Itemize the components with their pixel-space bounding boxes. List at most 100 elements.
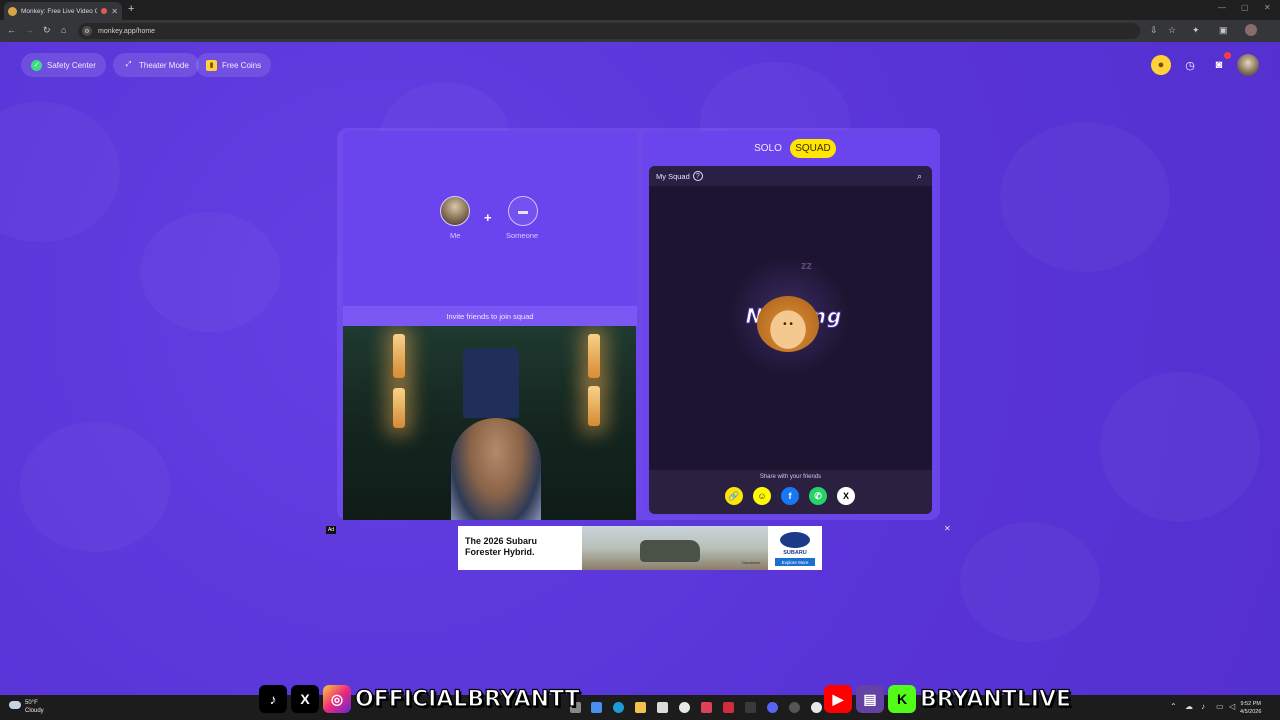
coins-icon[interactable]: ● (1151, 55, 1171, 75)
car-shape (640, 540, 700, 562)
shield-icon: ✓ (31, 59, 42, 71)
tab-monkey[interactable]: Monkey: Free Live Video Ch ✕ (4, 2, 122, 20)
share-bar: Share with your friends 🔗 ☺ f ✆ X (649, 470, 932, 514)
streamer (451, 418, 541, 520)
reload-icon[interactable]: ↻ (43, 25, 51, 36)
subaru-brand-block: SUBARU Explore More (768, 526, 822, 570)
windows-taskbar: 50°F Cloudy ⌃ ☁ ♪ ▭ ◁ 9:52 PM 4/5/2026 (0, 695, 1280, 720)
chrome-icon[interactable] (811, 702, 822, 713)
clock-date: 4/5/2026 (1240, 709, 1262, 715)
squad-toggle[interactable]: SQUAD (790, 139, 836, 158)
close-window-button[interactable]: ✕ (1264, 3, 1271, 12)
tiktok-icon: ♪ (259, 685, 287, 713)
safety-center-button[interactable]: ✓ Safety Center (21, 53, 106, 77)
my-squad-title: My Squad (656, 171, 690, 181)
someone-avatar-placeholder[interactable]: ▬ (508, 196, 538, 226)
site-info-icon[interactable]: ⚙ (82, 26, 92, 36)
wall-lamp (588, 386, 600, 426)
minimize-button[interactable]: — (1218, 3, 1226, 12)
chat-icon[interactable]: ◙ (1209, 52, 1231, 75)
tab-close-icon[interactable]: ✕ (111, 7, 118, 16)
ad-disclaimer[interactable]: Disclaimer (742, 560, 761, 565)
settings-icon[interactable] (789, 702, 800, 713)
free-coins-label: Free Coins (222, 60, 262, 70)
weather-condition: Cloudy (25, 708, 44, 714)
invite-friends-bar[interactable]: Invite friends to join squad (343, 306, 637, 326)
tab-title: Monkey: Free Live Video Ch (21, 7, 98, 15)
youtube-icon: ▶ (824, 685, 852, 713)
mic-icon[interactable]: ♪ (1201, 702, 1205, 711)
url-omnibox[interactable]: ⚙ monkey.app/home (78, 23, 1140, 39)
store-icon[interactable] (657, 702, 668, 713)
app-icon[interactable] (701, 702, 712, 713)
background-blob (1100, 372, 1260, 522)
wall-lamp (393, 334, 405, 378)
ad-tag: Ad (326, 526, 336, 534)
x-icon[interactable]: X (837, 487, 855, 505)
network-icon[interactable]: ▭ (1216, 702, 1224, 711)
temperature: 50°F (25, 700, 38, 706)
app-icon[interactable] (723, 702, 734, 713)
safety-center-label: Safety Center (47, 60, 96, 70)
history-icon[interactable]: ◷ (1180, 55, 1200, 75)
system-clock[interactable]: 9:52 PM 4/5/2026 (1240, 700, 1261, 716)
background-blob (1000, 122, 1170, 272)
address-bar-row: ← → ↻ ⌂ ⚙ monkey.app/home ⇩ ☆ ✦ ▣ (0, 20, 1280, 42)
monkey-favicon-icon (8, 6, 17, 16)
whatsapp-icon[interactable]: ✆ (809, 487, 827, 505)
recording-indicator-icon (101, 8, 108, 14)
home-icon[interactable]: ⌂ (61, 25, 66, 35)
my-squad-header: My Squad ? ⌕ (649, 166, 932, 186)
app-icon[interactable] (745, 702, 756, 713)
right-handle: BRYANTLIVE (919, 686, 1072, 712)
explorer-icon[interactable] (635, 702, 646, 713)
subaru-logo-icon (780, 532, 810, 548)
right-social-overlay: ▶ ▤ K BRYANTLIVE (824, 684, 1072, 714)
new-tab-button[interactable]: + (128, 3, 134, 15)
instagram-icon: ◎ (323, 685, 351, 713)
weather-widget[interactable]: 50°F Cloudy (25, 699, 44, 715)
theater-mode-button[interactable]: ⤢ Theater Mode (113, 53, 199, 77)
help-icon[interactable]: ? (692, 171, 703, 181)
facebook-icon[interactable]: f (781, 487, 799, 505)
ad-close-icon[interactable]: ✕ (944, 524, 951, 533)
profile-avatar[interactable] (1237, 54, 1259, 76)
onedrive-icon[interactable]: ☁ (1185, 702, 1193, 711)
subaru-name: SUBARU (783, 550, 807, 556)
me-label: Me (450, 231, 461, 240)
browser-profile-avatar[interactable] (1245, 24, 1257, 36)
expand-icon: ⤢ (125, 61, 132, 68)
chrome-icon[interactable] (679, 702, 690, 713)
left-handle: OFFICIALBRYANTT (354, 686, 580, 712)
background-blob (0, 102, 120, 242)
extensions-icon[interactable]: ✦ (1192, 25, 1200, 36)
discord-icon[interactable] (767, 702, 778, 713)
install-app-icon[interactable]: ⇩ (1150, 25, 1158, 36)
sofa-icon: ▬ (518, 205, 528, 217)
tray-chevron-icon[interactable]: ⌃ (1170, 702, 1177, 711)
free-coins-button[interactable]: ▮ Free Coins (196, 53, 272, 77)
edge-icon[interactable] (613, 702, 624, 713)
theater-mode-label: Theater Mode (139, 60, 189, 70)
bookmark-star-icon[interactable]: ☆ (1168, 25, 1176, 36)
background-blob (960, 522, 1100, 642)
snapchat-icon[interactable]: ☺ (753, 487, 771, 505)
copy-link-icon[interactable]: 🔗 (725, 487, 743, 505)
explore-more-button[interactable]: Explore More (775, 558, 815, 566)
url-text[interactable]: monkey.app/home (98, 28, 155, 35)
someone-label: Someone (506, 231, 539, 240)
wall-lamp (393, 388, 405, 428)
self-webcam-video (343, 326, 636, 520)
kick-icon: K (888, 685, 916, 713)
search-icon[interactable]: ⌕ (917, 171, 922, 182)
maximize-button[interactable]: ▢ (1241, 3, 1249, 12)
subaru-ad[interactable]: The 2026 Subaru Forester Hybrid. Disclai… (458, 526, 822, 570)
copilot-icon[interactable] (591, 702, 602, 713)
notification-badge (1224, 52, 1231, 59)
sidepanel-icon[interactable]: ▣ (1219, 25, 1228, 36)
plus-icon: + (484, 210, 492, 225)
forward-arrow-icon[interactable]: → (25, 25, 34, 35)
back-arrow-icon[interactable]: ← (7, 25, 16, 35)
solo-toggle[interactable]: SOLO (747, 139, 789, 158)
volume-icon[interactable]: ◁ (1229, 702, 1235, 711)
